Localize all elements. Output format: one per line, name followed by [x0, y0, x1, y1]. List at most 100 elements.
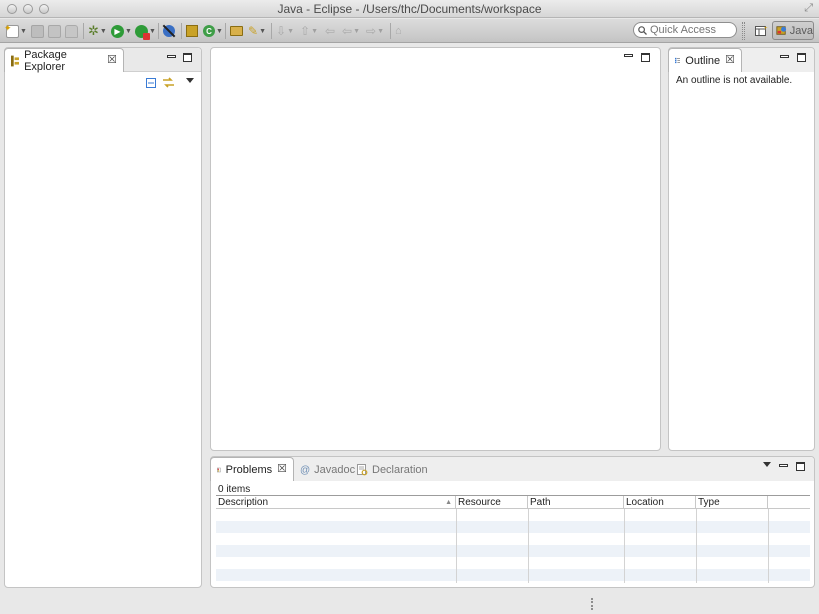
back-icon: ⇦ [342, 24, 353, 38]
maximize-view-button[interactable] [797, 53, 806, 62]
table-row [216, 509, 810, 521]
minimize-view-button[interactable] [780, 55, 789, 58]
title-bar: Java - Eclipse - /Users/thc/Documents/wo… [0, 0, 819, 18]
column-header-type[interactable]: Type [696, 496, 768, 509]
collapse-all-button[interactable] [146, 78, 156, 91]
tab-problems[interactable]: Problems ☒ [210, 457, 294, 481]
link-with-editor-button[interactable] [162, 76, 175, 92]
debug-icon: ✲ [88, 23, 99, 38]
sort-ascending-icon: ▲ [445, 499, 452, 506]
forward-button[interactable]: ⇨ ▼ [366, 23, 384, 39]
view-menu-icon[interactable] [186, 78, 194, 83]
editor-area[interactable] [210, 47, 661, 451]
column-header-location[interactable]: Location [624, 496, 696, 509]
new-java-class-icon: C [203, 25, 215, 37]
chevron-down-icon[interactable]: ▼ [287, 28, 294, 35]
declaration-icon [357, 464, 368, 476]
maximize-view-button[interactable] [796, 462, 805, 471]
chevron-down-icon[interactable]: ▼ [377, 28, 384, 35]
close-icon[interactable]: ☒ [725, 55, 735, 66]
new-wizard-icon: ✦ [4, 23, 19, 38]
chevron-down-icon[interactable]: ▼ [259, 28, 266, 35]
new-wizard-button[interactable]: ✦ ▼ [4, 23, 27, 39]
column-divider [528, 509, 529, 583]
chevron-down-icon[interactable]: ▼ [149, 28, 156, 35]
column-header-description[interactable]: Description ▲ [216, 496, 456, 509]
problems-icon [217, 467, 221, 472]
chevron-down-icon[interactable]: ▼ [20, 28, 27, 35]
tab-javadoc[interactable]: @ Javadoc [300, 460, 355, 480]
back-button[interactable]: ⇦ ▼ [342, 23, 360, 39]
chevron-down-icon[interactable]: ▼ [311, 28, 318, 35]
open-type-button[interactable] [230, 23, 243, 39]
forward-icon: ⇨ [366, 24, 377, 38]
pin-editor-button[interactable]: ⌂ [395, 23, 402, 39]
column-divider [456, 509, 457, 583]
coverage-icon [135, 24, 150, 40]
java-perspective-icon [776, 26, 787, 35]
save-all-icon [48, 24, 61, 38]
table-row [216, 569, 810, 581]
previous-annotation-button[interactable]: ⇧ ▼ [300, 23, 318, 39]
package-explorer-icon [11, 55, 20, 66]
quick-access-field[interactable] [633, 22, 737, 38]
close-icon[interactable]: ☒ [277, 464, 287, 475]
search-icon: ✎ [248, 24, 259, 38]
previous-annotation-icon: ⇧ [300, 24, 311, 38]
maximize-view-button[interactable] [183, 53, 192, 62]
problems-panel: Problems ☒ @ Javadoc Declaration 0 items… [210, 456, 815, 588]
coverage-button[interactable]: ▼ [135, 23, 156, 40]
tab-declaration[interactable]: Declaration [357, 460, 428, 480]
quick-access-input[interactable] [650, 24, 734, 36]
table-header: Description ▲ Resource Path Location Typ… [216, 495, 810, 509]
close-icon[interactable]: ☒ [107, 55, 117, 66]
next-annotation-button[interactable]: ⇩ ▼ [276, 23, 294, 39]
pin-editor-icon: ⌂ [395, 25, 402, 37]
debug-button[interactable]: ✲ ▼ [88, 23, 107, 39]
outline-icon [675, 57, 681, 64]
skip-breakpoints-icon [162, 24, 176, 38]
table-row [216, 521, 810, 533]
open-type-icon [230, 26, 243, 36]
save-all-button[interactable] [48, 23, 61, 39]
open-perspective-button[interactable]: + [752, 22, 770, 40]
status-bar [0, 592, 819, 614]
new-java-package-button[interactable] [186, 23, 198, 39]
save-button[interactable] [31, 23, 44, 39]
perspective-java-button[interactable]: Java [772, 21, 814, 40]
run-button[interactable]: ▶ ▼ [111, 23, 132, 39]
fullscreen-icon[interactable]: ⤢ [804, 2, 813, 15]
chevron-down-icon[interactable]: ▼ [353, 28, 360, 35]
next-annotation-icon: ⇩ [276, 24, 287, 38]
chevron-down-icon[interactable]: ▼ [125, 28, 132, 35]
tab-outline[interactable]: Outline ☒ [668, 48, 742, 72]
minimize-view-button[interactable] [167, 55, 176, 58]
maximize-editor-button[interactable] [641, 53, 650, 62]
window-title: Java - Eclipse - /Users/thc/Documents/wo… [277, 2, 542, 16]
column-divider [624, 509, 625, 583]
minimize-editor-button[interactable] [624, 54, 633, 57]
skip-breakpoints-button[interactable] [162, 23, 176, 39]
last-edit-button[interactable]: ⇦ [325, 23, 335, 39]
tab-package-explorer[interactable]: Package Explorer ☒ [4, 48, 124, 73]
outline-view: Outline ☒ An outline is not available. [668, 47, 815, 451]
search-button[interactable]: ✎ ▼ [248, 23, 266, 39]
tab-label: Javadoc [314, 464, 356, 476]
status-bar-drag-handle[interactable] [591, 598, 593, 610]
open-perspective-icon: + [754, 26, 768, 36]
items-count: 0 items [218, 484, 251, 495]
tab-label: Package Explorer [24, 48, 67, 73]
chevron-down-icon[interactable]: ▼ [100, 28, 107, 35]
toolbar-drag-handle[interactable] [742, 22, 745, 40]
column-header-path[interactable]: Path [528, 496, 624, 509]
minimize-view-button[interactable] [779, 464, 788, 467]
package-explorer-tab-bar: Package Explorer ☒ [4, 48, 201, 73]
view-menu-icon[interactable] [763, 462, 771, 467]
new-java-class-button[interactable]: C ▼ [203, 23, 223, 39]
link-with-editor-icon [163, 77, 174, 88]
new-java-package-icon [186, 25, 198, 37]
column-header-resource[interactable]: Resource [456, 496, 528, 509]
chevron-down-icon[interactable]: ▼ [216, 28, 223, 35]
last-edit-icon: ⇦ [325, 24, 336, 38]
print-button[interactable] [65, 23, 78, 39]
